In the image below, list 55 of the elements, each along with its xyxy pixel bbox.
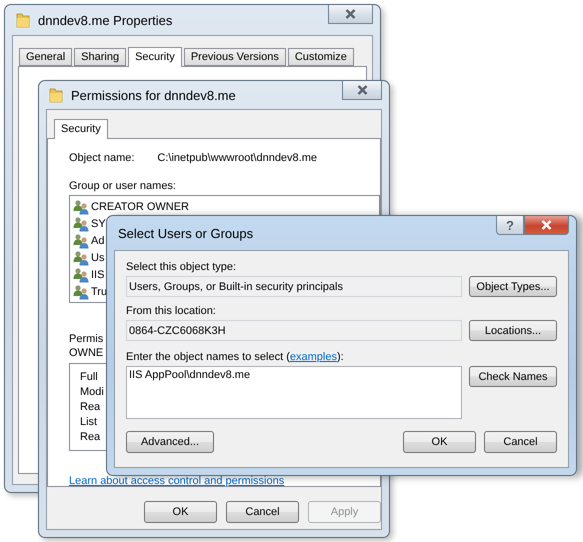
examples-link[interactable]: examples: [290, 351, 337, 363]
permissions-label: Permis: [69, 332, 104, 346]
help-button[interactable]: ?: [496, 216, 524, 235]
object-type-label: Select this object type:: [126, 261, 238, 273]
close-icon: [356, 85, 368, 95]
cancel-button[interactable]: Cancel: [484, 431, 557, 453]
group-list-label: Group or user names:: [69, 180, 176, 192]
window-title: Select Users or Groups: [118, 226, 254, 240]
user-group-icon: [73, 250, 89, 266]
tab[interactable]: Security: [54, 119, 108, 139]
permission-name: Full: [80, 370, 98, 383]
window-title: Permissions for dnndev8.me: [71, 88, 237, 102]
object-name-label: Object name:: [69, 152, 134, 164]
tab[interactable]: General: [19, 48, 72, 66]
folder-icon: [16, 12, 30, 28]
close-button[interactable]: [524, 216, 569, 235]
group-name[interactable]: Ad: [91, 234, 104, 246]
permission-name: Modi: [80, 386, 104, 398]
close-button[interactable]: [342, 81, 382, 100]
tab[interactable]: Security: [128, 47, 182, 67]
permission-name: Rea: [80, 401, 100, 413]
advanced-button[interactable]: Advanced...: [126, 431, 214, 453]
user-group-icon: [73, 198, 89, 214]
group-name[interactable]: IIS: [91, 268, 104, 280]
object-names-label: Enter the object names to select (examples):: [126, 351, 344, 363]
close-icon: [345, 9, 356, 19]
dialog-button[interactable]: Cancel: [226, 501, 299, 523]
tab[interactable]: Sharing: [74, 48, 126, 66]
user-group-icon: [73, 266, 89, 282]
dialog-button[interactable]: OK: [144, 501, 217, 523]
close-button[interactable]: [328, 5, 373, 24]
group-name[interactable]: Us: [91, 252, 104, 264]
folder-icon: [49, 87, 63, 103]
user-group-icon: [73, 232, 89, 248]
user-group-icon: [73, 284, 89, 300]
user-group-icon: [73, 216, 89, 232]
object-name-value: C:\inetpub\wwwroot\dnndev8.me: [157, 152, 318, 164]
tab[interactable]: Previous Versions: [184, 48, 286, 66]
check-names-button[interactable]: Check Names: [469, 366, 557, 387]
locations-button[interactable]: Locations...: [469, 320, 557, 341]
location-field: 0864-CZC6068K3H: [126, 320, 462, 341]
group-name[interactable]: SY: [91, 218, 106, 230]
permissions-label: OWNE: [69, 346, 104, 360]
help-link[interactable]: Learn about access control and permissions: [69, 475, 284, 487]
close-icon: [541, 220, 552, 230]
group-name[interactable]: CREATOR OWNER: [91, 200, 189, 212]
tab[interactable]: Customize: [288, 48, 354, 66]
window-title: dnndev8.me Properties: [38, 12, 174, 28]
object-types-button[interactable]: Object Types...: [469, 276, 557, 297]
permission-name: Rea: [80, 431, 100, 444]
ok-button[interactable]: OK: [403, 431, 476, 453]
location-label: From this location:: [126, 305, 216, 317]
object-names-field[interactable]: IIS AppPool\dnndev8.me: [126, 366, 462, 419]
object-type-field: Users, Groups, or Built-in security principals: [126, 276, 462, 297]
permission-name: List: [80, 416, 98, 428]
